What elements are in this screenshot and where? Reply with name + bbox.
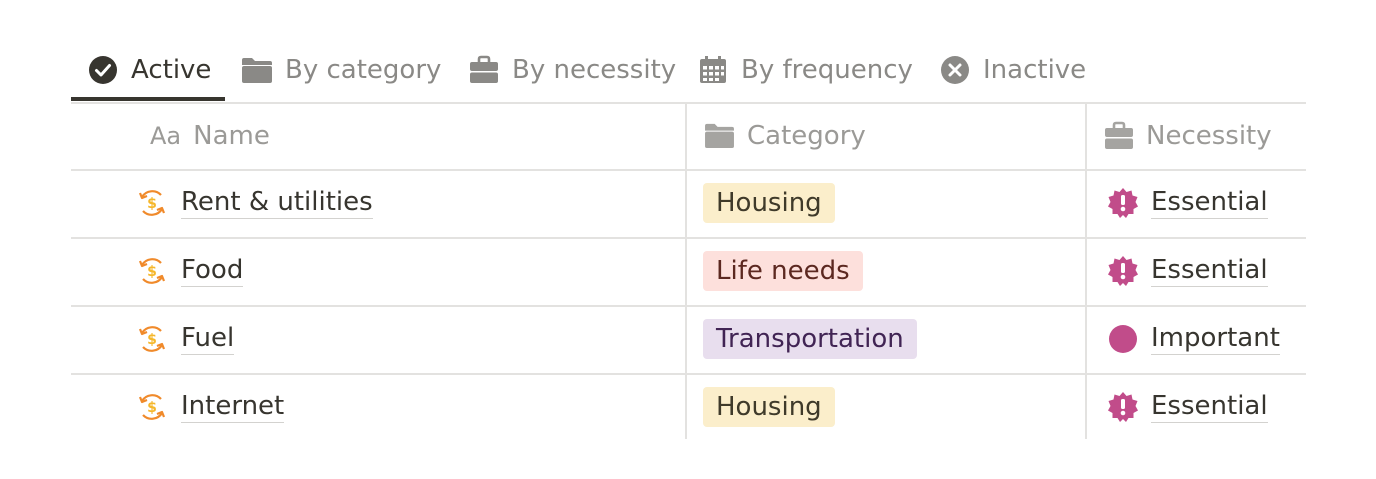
necessity-value: Essential xyxy=(1151,255,1268,287)
necessity-cell[interactable]: Essential xyxy=(1107,169,1268,237)
row-name[interactable]: Internet xyxy=(181,391,285,423)
calendar-icon xyxy=(697,54,729,86)
row-name[interactable]: Fuel xyxy=(181,323,235,355)
row-name[interactable]: Rent & utilities xyxy=(181,187,373,219)
name-cell[interactable]: $ Fuel xyxy=(137,305,235,373)
necessity-cell[interactable]: Essential xyxy=(1107,237,1268,305)
category-tag: Life needs xyxy=(703,251,863,291)
recurring-money-icon: $ xyxy=(137,256,167,286)
view-tabs: Active By category By necessity By frequ… xyxy=(71,38,1306,103)
tab-label: By frequency xyxy=(741,55,913,85)
necessity-value: Important xyxy=(1151,323,1280,355)
folder-icon xyxy=(241,54,273,86)
svg-text:$: $ xyxy=(147,332,157,348)
column-header-label: Name xyxy=(193,120,270,151)
svg-text:$: $ xyxy=(147,264,157,280)
svg-text:$: $ xyxy=(147,196,157,212)
tab-label: Active xyxy=(131,55,212,85)
necessity-value: Essential xyxy=(1151,391,1268,423)
active-tab-indicator xyxy=(71,97,225,101)
alert-badge-icon xyxy=(1107,187,1139,219)
x-circle-icon xyxy=(939,54,971,86)
folder-icon xyxy=(704,122,735,149)
briefcase-icon xyxy=(468,54,500,86)
column-header-category[interactable]: Category xyxy=(704,102,866,169)
circle-icon xyxy=(1107,323,1139,355)
tab-by-necessity[interactable]: By necessity xyxy=(468,38,676,102)
alert-badge-icon xyxy=(1107,391,1139,423)
table-row[interactable]: $ Fuel Transportation Important xyxy=(71,305,1306,373)
tab-by-category[interactable]: By category xyxy=(241,38,441,102)
name-cell[interactable]: $ Food xyxy=(137,237,244,305)
recurring-money-icon: $ xyxy=(137,392,167,422)
table-row[interactable]: $ Food Life needs Essential xyxy=(71,237,1306,305)
column-header-label: Necessity xyxy=(1146,120,1272,151)
alert-badge-icon xyxy=(1107,255,1139,287)
table-row[interactable]: $ Rent & utilities Housing Essential xyxy=(71,169,1306,237)
recurring-money-icon: $ xyxy=(137,324,167,354)
table-row[interactable]: $ Internet Housing Essential xyxy=(71,373,1306,441)
category-cell[interactable]: Housing xyxy=(703,169,835,237)
text-property-icon: Aa xyxy=(150,121,182,150)
category-cell[interactable]: Housing xyxy=(703,373,835,441)
category-tag: Transportation xyxy=(703,319,917,359)
tab-label: By necessity xyxy=(512,55,677,85)
category-tag: Housing xyxy=(703,387,835,427)
column-header-name[interactable]: Aa Name xyxy=(150,102,270,169)
tab-label: Inactive xyxy=(983,55,1087,85)
category-tag: Housing xyxy=(703,183,835,223)
category-cell[interactable]: Life needs xyxy=(703,237,863,305)
necessity-cell[interactable]: Important xyxy=(1107,305,1280,373)
tab-label: By category xyxy=(285,55,442,85)
name-cell[interactable]: $ Internet xyxy=(137,373,285,441)
briefcase-icon xyxy=(1104,121,1134,151)
recurring-money-icon: $ xyxy=(137,188,167,218)
tab-by-frequency[interactable]: By frequency xyxy=(697,38,913,102)
check-circle-icon xyxy=(87,54,119,86)
necessity-cell[interactable]: Essential xyxy=(1107,373,1268,441)
category-cell[interactable]: Transportation xyxy=(703,305,917,373)
tab-active[interactable]: Active xyxy=(87,38,211,102)
tab-inactive[interactable]: Inactive xyxy=(939,38,1086,102)
svg-text:$: $ xyxy=(147,400,157,416)
necessity-value: Essential xyxy=(1151,187,1268,219)
name-cell[interactable]: $ Rent & utilities xyxy=(137,169,373,237)
row-name[interactable]: Food xyxy=(181,255,244,287)
column-header-necessity[interactable]: Necessity xyxy=(1104,102,1272,169)
column-header-label: Category xyxy=(747,120,866,151)
